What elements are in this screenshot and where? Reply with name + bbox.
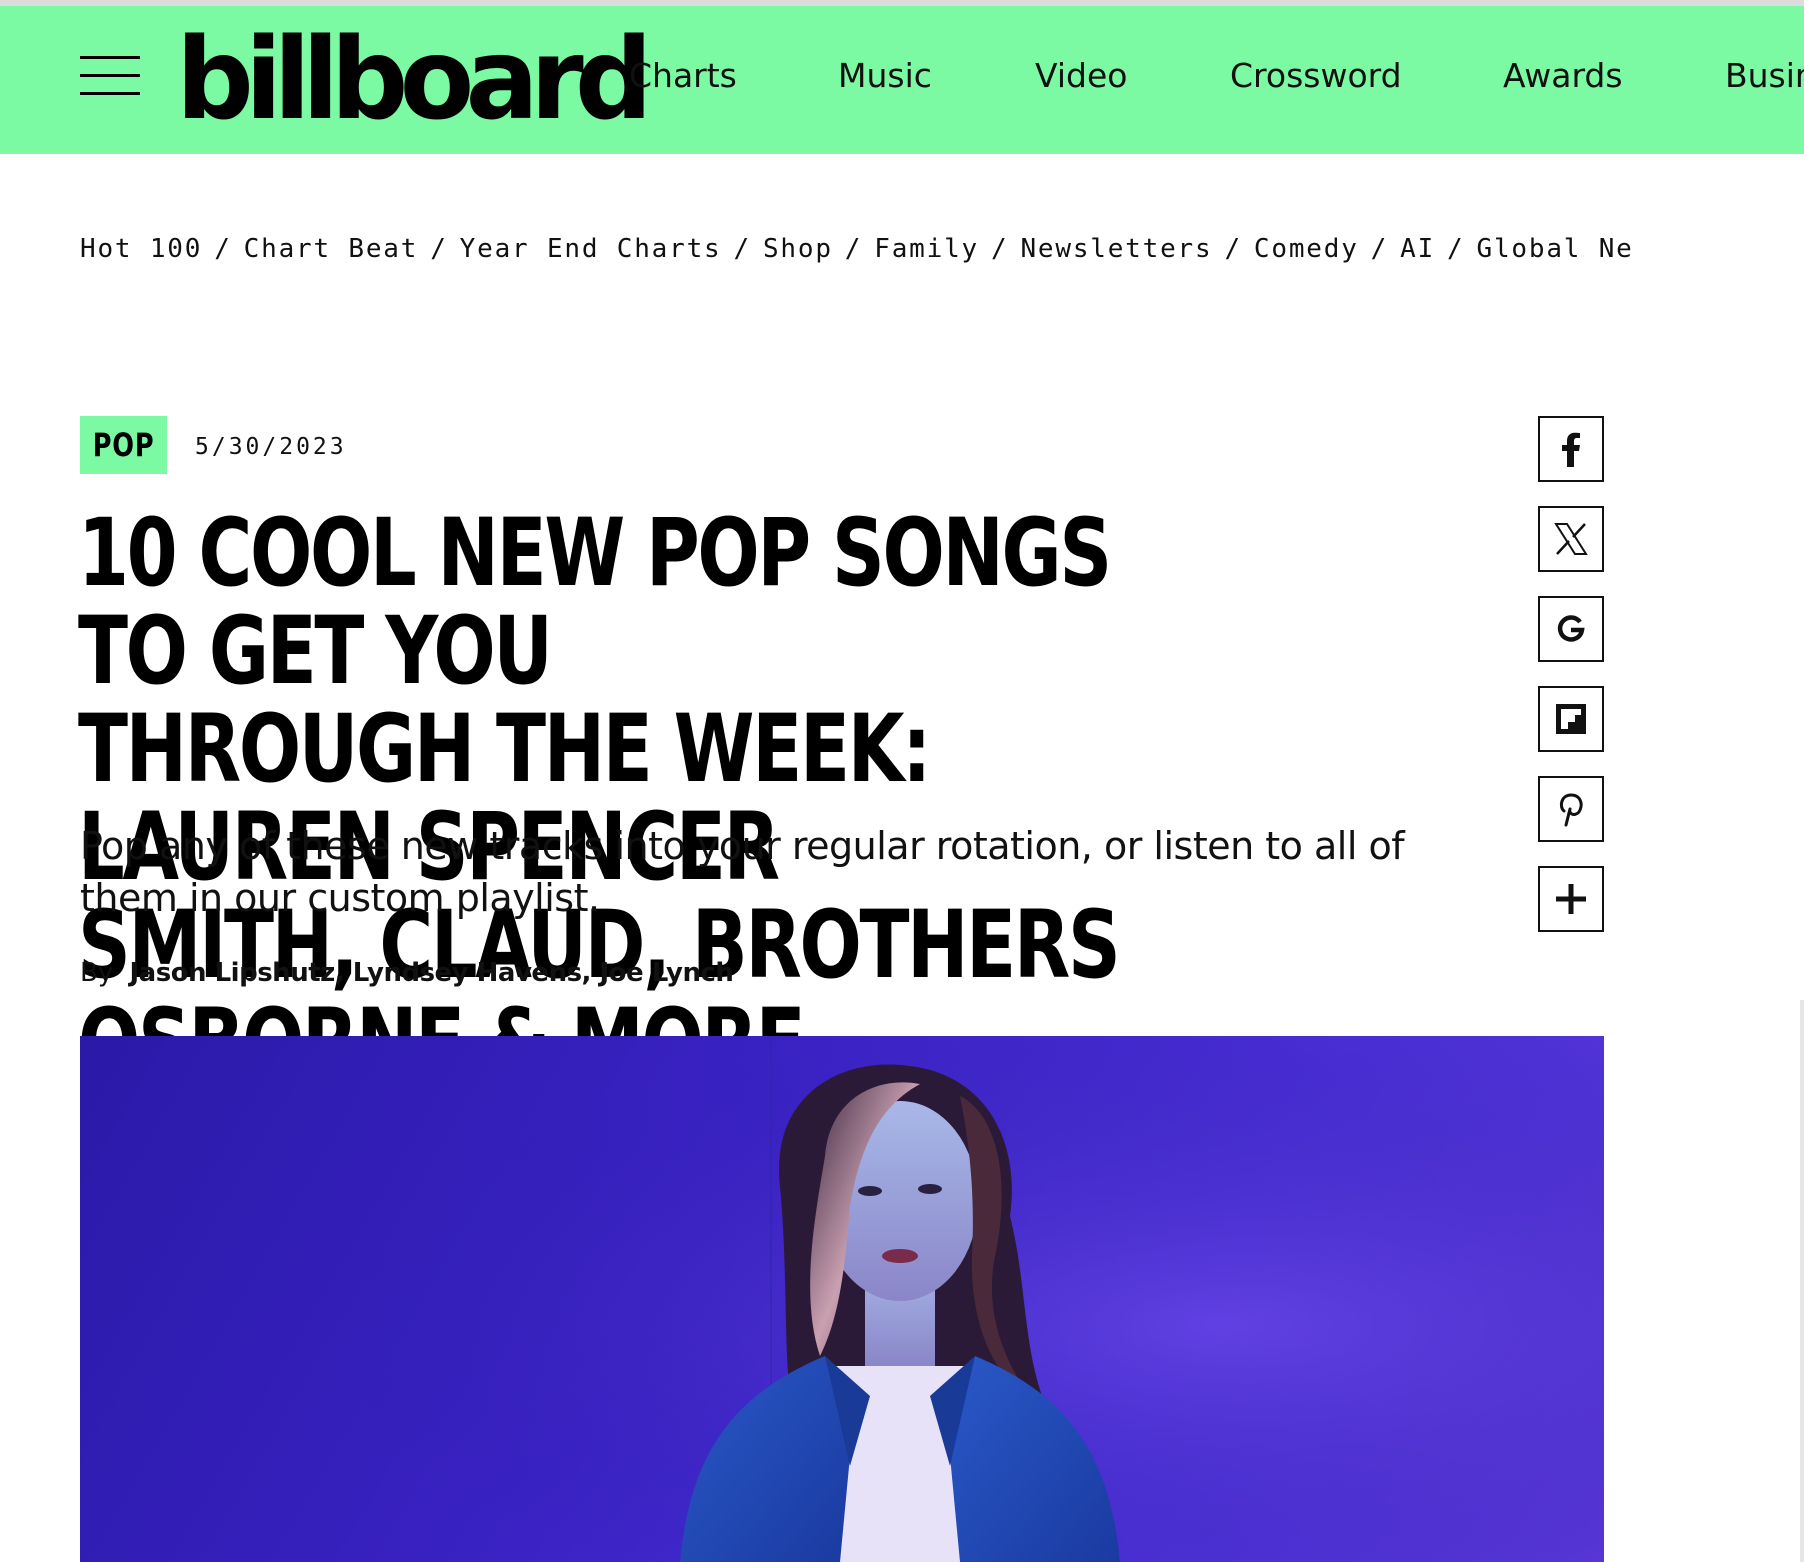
byline: By Jason Lipshutz, Lyndsey Havens, Joe L…	[80, 958, 734, 988]
headline-line-1: 10 Cool New Pop Songs to Get You	[78, 499, 1112, 706]
subnav-separator: /	[733, 234, 751, 264]
subnav-family[interactable]: Family	[874, 234, 979, 264]
dek-line-2: them in our custom playlist.	[80, 876, 600, 920]
google-icon	[1557, 615, 1585, 642]
share-pinterest-button[interactable]	[1538, 776, 1604, 842]
subnav-shop[interactable]: Shop	[763, 234, 833, 264]
subnav-global-news[interactable]: Global Ne	[1477, 234, 1634, 264]
share-google-button[interactable]	[1538, 596, 1604, 662]
subnav-hot-100[interactable]: Hot 100	[80, 234, 202, 264]
subnav-comedy[interactable]: Comedy	[1254, 234, 1359, 264]
subnav-separator: /	[214, 234, 232, 264]
hero-photo-woman-denim-jacket	[80, 1036, 1604, 1562]
subnav-ai[interactable]: AI	[1400, 234, 1435, 264]
nav-charts[interactable]: Charts	[629, 56, 737, 95]
category-tag-label: POP	[92, 426, 155, 464]
subnav-separator: /	[1224, 234, 1242, 264]
subnav-year-end-charts[interactable]: Year End Charts	[460, 234, 722, 264]
article-dek: Pop any of these new tracks into your re…	[80, 820, 1420, 924]
pinterest-icon	[1559, 793, 1583, 827]
sub-navigation: Hot 100 / Chart Beat / Year End Charts / Shop /…	[80, 234, 1634, 264]
facebook-icon	[1562, 432, 1580, 467]
subnav-separator: /	[1370, 234, 1389, 264]
nav-business[interactable]: Busin	[1725, 56, 1804, 95]
share-x-button[interactable]	[1538, 506, 1604, 572]
nav-video[interactable]: Video	[1035, 56, 1127, 95]
x-icon	[1554, 523, 1588, 555]
nav-awards[interactable]: Awards	[1503, 56, 1623, 95]
plus-icon	[1556, 884, 1586, 914]
hero-image[interactable]	[80, 1036, 1604, 1562]
article-headline: 10 Cool New Pop Songs to Get You Through…	[78, 505, 1201, 1093]
share-flipboard-button[interactable]	[1538, 686, 1604, 752]
site-header: billboard Charts Music Video Crossword A…	[0, 6, 1804, 154]
subnav-newsletters[interactable]: Newsletters	[1020, 234, 1212, 264]
menu-icon[interactable]	[80, 56, 140, 96]
category-tag[interactable]: POP	[80, 416, 167, 474]
share-facebook-button[interactable]	[1538, 416, 1604, 482]
publish-date: 5/30/2023	[195, 434, 347, 460]
nav-music[interactable]: Music	[838, 56, 932, 95]
byline-prefix: By	[80, 958, 114, 988]
byline-authors[interactable]: Jason Lipshutz, Lyndsey Havens, Joe Lync…	[130, 958, 734, 988]
scrollbar-edge	[1800, 1000, 1804, 1562]
share-more-button[interactable]	[1538, 866, 1604, 932]
subnav-separator: /	[1447, 234, 1465, 264]
flipboard-icon	[1556, 704, 1586, 734]
subnav-chart-beat[interactable]: Chart Beat	[244, 234, 419, 264]
subnav-separator: /	[430, 234, 448, 264]
billboard-logo[interactable]: billboard	[176, 24, 653, 136]
subnav-separator: /	[844, 234, 863, 264]
subnav-separator: /	[990, 234, 1009, 264]
dek-line-1: Pop any of these new tracks into your re…	[80, 824, 1405, 868]
nav-crossword[interactable]: Crossword	[1230, 56, 1402, 95]
